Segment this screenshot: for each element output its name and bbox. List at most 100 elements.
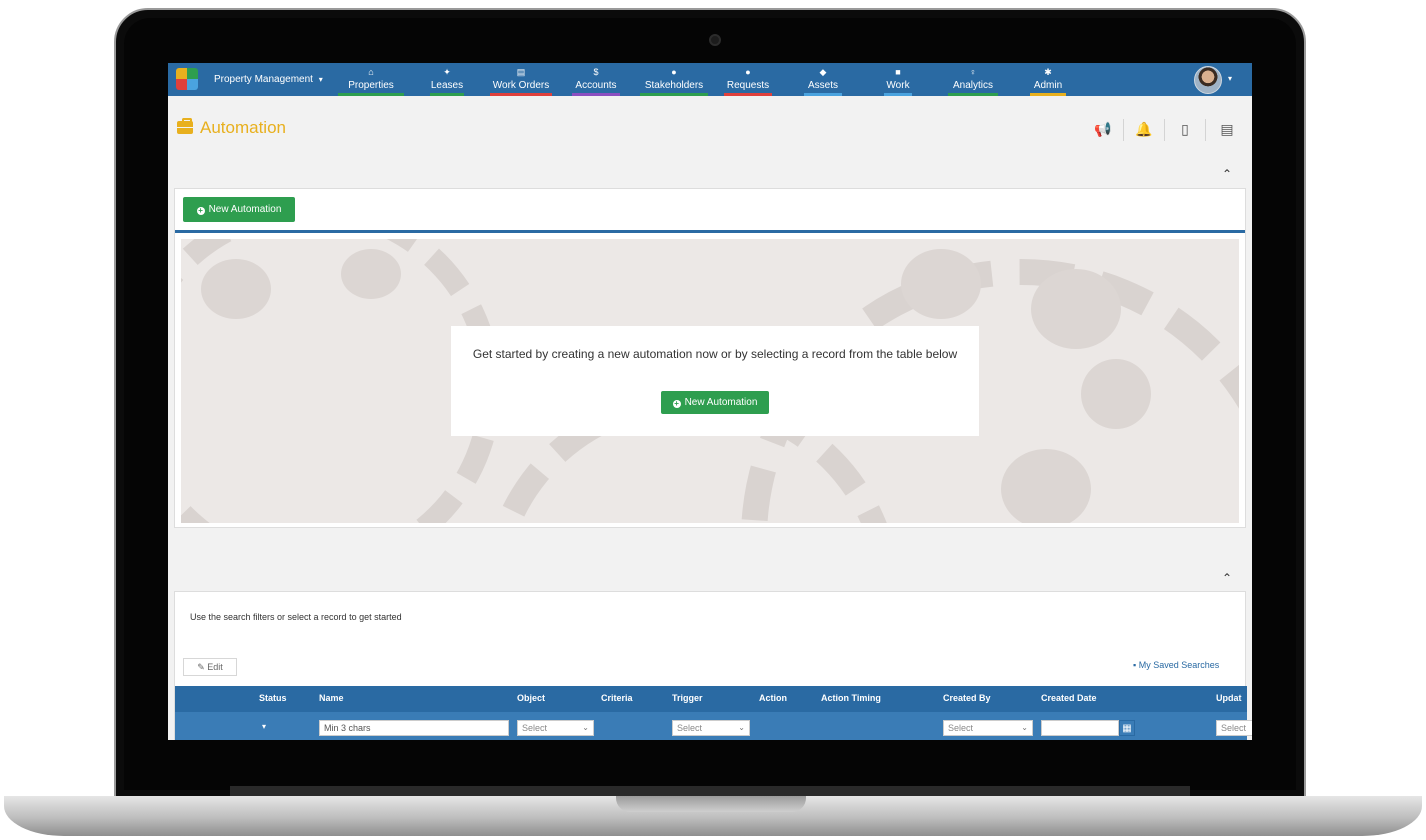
hero-card: Get started by creating a new automation… [451,326,979,436]
page-title: Automation [200,118,286,137]
gear-hole [341,249,401,299]
nav-item-underline [640,93,708,96]
column-header-created-date[interactable]: Created Date [1041,693,1097,703]
gear-hole [1001,449,1091,523]
column-header-status[interactable]: Status [259,693,287,703]
laptop-notch [616,796,806,812]
nav-item-assets[interactable]: ◆ Assets [804,63,842,96]
nav-item-underline [1030,93,1066,96]
column-header-action-timing[interactable]: Action Timing [821,693,881,703]
nav-item-underline [430,93,464,96]
chevron-down-icon[interactable]: ▾ [1228,74,1232,83]
document-icon[interactable]: ▤ [1212,117,1242,141]
nav-item-admin[interactable]: ✱ Admin [1030,63,1066,96]
column-header-name[interactable]: Name [319,693,344,703]
webcam [709,34,721,46]
nav-item-stakeholders[interactable]: ● Stakeholders [640,63,708,96]
column-header-criteria[interactable]: Criteria [601,693,633,703]
user-avatar[interactable] [1194,66,1222,94]
nav-item-label: Accounts [575,80,617,91]
nav-item-underline [490,93,552,96]
created-date-filter-input[interactable] [1041,720,1119,736]
object-filter-select[interactable]: Select ⌄ [517,720,594,736]
gear-hole [1081,359,1151,429]
nav-item-accounts[interactable]: $ Accounts [572,63,620,96]
gear-hole [201,259,271,319]
brand-logo[interactable] [176,68,198,90]
trigger-filter-select[interactable]: Select ⌄ [672,720,750,736]
table-header: Status Name Object Criteria Trigger Acti… [175,686,1247,712]
column-header-action[interactable]: Action [759,693,787,703]
module-switcher[interactable]: Property Management ▾ [214,74,323,85]
chat-icon: ● [745,67,751,77]
column-header-trigger[interactable]: Trigger [672,693,703,703]
gear-hole [901,249,981,319]
gear-hole [1031,269,1121,349]
nav-item-underline [948,93,998,96]
clipboard-icon: ▤ [516,67,526,77]
updated-filter-value: Select [1221,723,1247,733]
hero-new-automation-button[interactable]: + New Automation [661,391,769,414]
plus-circle-icon: + [196,206,205,215]
trigger-filter-value: Select [677,723,703,733]
mobile-icon[interactable]: ▯ [1170,117,1200,141]
saved-searches-label: My Saved Searches [1138,660,1220,670]
object-filter-value: Select [522,723,548,733]
module-name: Property Management [214,74,313,85]
megaphone-icon[interactable]: 📢 [1088,117,1118,141]
hero-message: Get started by creating a new automation… [472,347,958,361]
toolbar-divider [1123,119,1124,141]
nav-item-properties[interactable]: ⌂ Properties [338,63,404,96]
hero-new-automation-label: New Automation [684,397,758,408]
automation-panel: + New Automation Get started by creating … [174,188,1246,528]
briefcase-icon: ■ [895,67,901,77]
results-panel: Use the search filters or select a recor… [174,591,1252,740]
nav-item-underline [338,93,404,96]
nav-item-label: Properties [348,80,394,91]
column-header-object[interactable]: Object [517,693,545,703]
nav-item-analytics[interactable]: ♀ Analytics [948,63,998,96]
panel-divider [175,230,1245,233]
nav-item-label: Requests [726,80,770,91]
nav-item-requests[interactable]: ● Requests [724,63,772,96]
saved-searches-link[interactable]: ▪ My Saved Searches [1133,660,1219,670]
nav-item-label: Work [886,80,910,91]
updated-filter-select[interactable]: Select [1216,720,1252,736]
column-header-created-by[interactable]: Created By [943,693,991,703]
bell-icon[interactable]: 🔔 [1129,117,1159,141]
home-icon: ⌂ [368,67,374,77]
calendar-icon[interactable]: ▦ [1119,720,1135,736]
collapse-panel-button[interactable]: ⌃ [1220,571,1234,585]
new-automation-button[interactable]: + New Automation [183,197,295,222]
toolbar-divider [1164,119,1165,141]
results-hint: Use the search filters or select a recor… [190,612,402,622]
gear-icon: ✱ [1044,67,1052,77]
nav-item-work-orders[interactable]: ▤ Work Orders [490,63,552,96]
created-by-filter-select[interactable]: Select ⌄ [943,720,1033,736]
collapse-panel-button[interactable]: ⌃ [1220,167,1234,181]
edit-button[interactable]: ✎ Edit [183,658,237,676]
money-icon: $ [593,67,599,77]
lightbulb-icon: ♀ [969,67,977,77]
laptop-hinge [230,786,1190,796]
nav-item-work[interactable]: ■ Work [884,63,912,96]
chevron-down-icon: ⌄ [1021,723,1028,732]
nav-item-leases[interactable]: ✦ Leases [430,63,464,96]
briefcase-icon [177,118,193,134]
nav-item-underline [572,93,620,96]
chevron-down-icon: ⌄ [582,723,589,732]
nav-item-underline [724,93,772,96]
nav-item-label: Admin [1033,80,1063,91]
chevron-down-icon[interactable]: ▾ [262,722,266,731]
column-header-updated[interactable]: Updat [1216,693,1242,703]
name-filter-input[interactable] [319,720,509,736]
edit-label: Edit [207,662,223,672]
plus-circle-icon: + [672,399,681,408]
app-screen: Property Management ▾ ⌂ Properties ✦ Leases… [168,63,1252,740]
new-automation-label: New Automation [208,204,282,215]
person-icon: ● [671,67,677,77]
tag-icon: ◆ [819,67,827,77]
chevron-down-icon: ▾ [318,75,323,84]
save-icon: ▪ [1133,660,1137,670]
filter-row: ▾ Select ⌄ Select ⌄ Select ⌄ ▦ Select [175,712,1252,740]
